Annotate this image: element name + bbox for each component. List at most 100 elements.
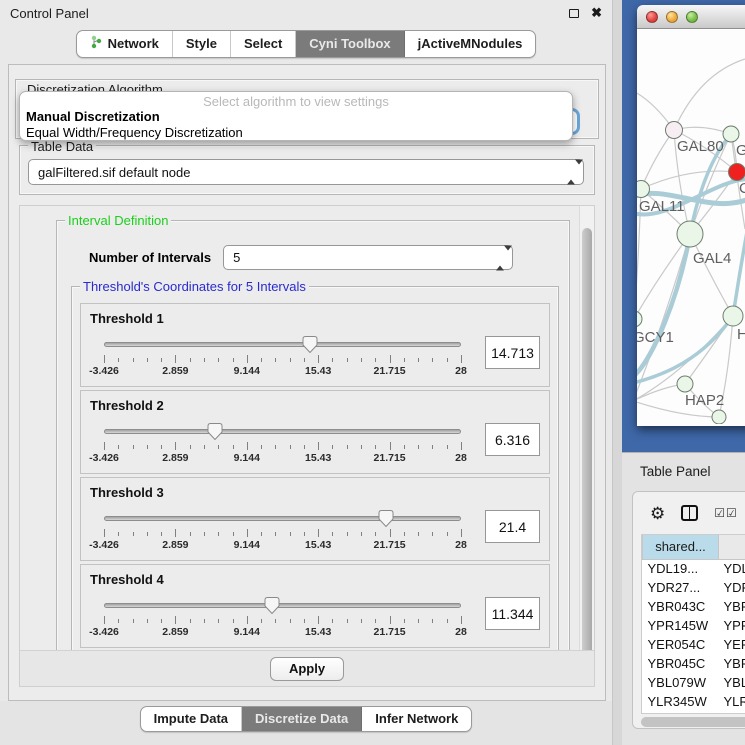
- table-panel-title: Table Panel: [622, 453, 745, 479]
- slider-thumb[interactable]: [207, 423, 222, 445]
- slider-thumb[interactable]: [379, 510, 394, 532]
- slider-ticks: [104, 442, 461, 450]
- tick-label: -3.426: [89, 626, 119, 638]
- threshold-slider[interactable]: -3.4262.8599.14415.4321.71528: [104, 336, 461, 380]
- network-edge[interactable]: [733, 221, 745, 316]
- table-cell: YLR3: [719, 692, 745, 711]
- tick-label: 28: [455, 539, 467, 551]
- network-node-label: GAL80: [677, 138, 724, 155]
- slider-track: [104, 603, 461, 608]
- algorithm-dropdown-popup: Select algorithm to view settings Manual…: [19, 91, 573, 141]
- network-node[interactable]: [637, 311, 642, 327]
- float-window-icon[interactable]: [569, 9, 579, 18]
- table-cell: YDL1: [719, 559, 745, 578]
- threshold-slider[interactable]: -3.4262.8599.14415.4321.71528: [104, 510, 461, 554]
- table-header-row: shared...na: [643, 535, 745, 559]
- network-node[interactable]: [729, 164, 745, 181]
- table-cell: YDL19...: [643, 559, 719, 578]
- network-node[interactable]: [677, 221, 703, 247]
- slider-track: [104, 342, 461, 347]
- panel-splitter[interactable]: [612, 0, 622, 745]
- network-canvas[interactable]: GAL80GACGAL11GAL4GCY1HHAP2: [637, 29, 745, 426]
- tab-infer-network[interactable]: Infer Network: [362, 707, 471, 731]
- interval-definition-label: Interval Definition: [65, 213, 171, 228]
- network-edge[interactable]: [690, 234, 733, 316]
- table-row[interactable]: YBR043CYBR0: [643, 597, 745, 616]
- table-row[interactable]: YER054CYER0: [643, 635, 745, 654]
- close-icon[interactable]: ✖: [591, 8, 602, 18]
- tab-select[interactable]: Select: [231, 31, 296, 57]
- threshold-value-field[interactable]: 6.316: [485, 423, 540, 456]
- slider-thumb[interactable]: [264, 597, 279, 619]
- number-of-intervals-label: Number of Intervals: [89, 250, 211, 265]
- split-columns-icon[interactable]: [681, 505, 698, 521]
- zoom-traffic-light-icon[interactable]: [686, 11, 698, 23]
- close-traffic-light-icon[interactable]: [646, 11, 658, 23]
- network-edge[interactable]: [674, 59, 745, 130]
- network-node[interactable]: [712, 410, 726, 424]
- tab-label: Impute Data: [154, 711, 228, 726]
- network-node[interactable]: [723, 126, 739, 142]
- tab-discretize-data[interactable]: Discretize Data: [242, 707, 362, 731]
- network-node-label: GCY1: [637, 329, 674, 346]
- table-cell: YDR2: [719, 578, 745, 597]
- table-toolbar: ⚙ ☑☑: [633, 492, 745, 534]
- algorithm-option-equal-width[interactable]: Equal Width/Frequency Discretization: [25, 125, 567, 141]
- table-horizontal-scrollbar[interactable]: [641, 717, 745, 727]
- table-row[interactable]: YPR145WYPR1: [643, 616, 745, 635]
- network-window-titlebar[interactable]: [637, 5, 745, 29]
- table-row[interactable]: YBL079WYBL0: [643, 673, 745, 692]
- column-header[interactable]: na: [719, 535, 745, 559]
- threshold-slider[interactable]: -3.4262.8599.14415.4321.71528: [104, 423, 461, 467]
- table-cell: YBR043C: [643, 597, 719, 616]
- threshold-value-field[interactable]: 21.4: [485, 510, 540, 543]
- table-row[interactable]: YDL19...YDL1: [643, 559, 745, 578]
- table-row[interactable]: YBR045CYBR0: [643, 654, 745, 673]
- network-edge[interactable]: [637, 234, 690, 377]
- algorithm-placeholder: Select algorithm to view settings: [25, 94, 567, 109]
- threshold-coordinates-label: Threshold's Coordinates for 5 Intervals: [80, 279, 309, 294]
- apply-button[interactable]: Apply: [270, 657, 344, 681]
- threshold-value-field[interactable]: 14.713: [485, 336, 540, 369]
- node-table[interactable]: shared...naYDL19...YDL1YDR27...YDR2YBR04…: [641, 534, 745, 714]
- tab-jactivemnodules[interactable]: jActiveMNodules: [405, 31, 536, 57]
- table-row[interactable]: YIL052CYIL0: [643, 711, 745, 714]
- column-header[interactable]: shared...: [643, 535, 719, 559]
- gear-icon[interactable]: ⚙: [650, 505, 665, 522]
- tab-network[interactable]: Network: [77, 31, 173, 57]
- slider-thumb[interactable]: [303, 336, 318, 358]
- tab-label: Style: [186, 36, 217, 51]
- algorithm-option-manual[interactable]: Manual Discretization: [25, 109, 567, 125]
- tick-label: -3.426: [89, 365, 119, 377]
- table-data-select[interactable]: galFiltered.sif default node: [28, 159, 584, 185]
- table-cell: YBR0: [719, 654, 745, 673]
- threshold-slider[interactable]: -3.4262.8599.14415.4321.71528: [104, 597, 461, 641]
- minimize-traffic-light-icon[interactable]: [666, 11, 678, 23]
- network-node[interactable]: [723, 306, 743, 326]
- settings-vertical-scrollbar[interactable]: [579, 206, 594, 686]
- tab-cyni-toolbox[interactable]: Cyni Toolbox: [296, 31, 404, 57]
- threshold-panel: Threshold 4-3.4262.8599.14415.4321.71528…: [80, 564, 550, 648]
- slider-tick-labels: -3.4262.8599.14415.4321.71528: [104, 365, 461, 378]
- table-cell: YBL079W: [643, 673, 719, 692]
- table-cell: YPR145W: [643, 616, 719, 635]
- tab-impute-data[interactable]: Impute Data: [141, 707, 242, 731]
- slider-ticks: [104, 355, 461, 363]
- number-of-intervals-select[interactable]: 5: [223, 245, 513, 270]
- tab-style[interactable]: Style: [173, 31, 231, 57]
- threshold-value-field[interactable]: 11.344: [485, 597, 540, 630]
- network-node-label: GA: [736, 142, 745, 159]
- network-node[interactable]: [637, 181, 650, 198]
- network-node[interactable]: [666, 122, 683, 139]
- table-cell: YER054C: [643, 635, 719, 654]
- tick-label: 28: [455, 452, 467, 464]
- table-cell: YBL0: [719, 673, 745, 692]
- network-node[interactable]: [677, 376, 693, 392]
- table-cell: YIL052C: [643, 711, 719, 714]
- select-columns-icon[interactable]: ☑☑: [714, 506, 738, 520]
- table-row[interactable]: YDR27...YDR2: [643, 578, 745, 597]
- control-panel: Control Panel ✖ NetworkStyleSelectCyni T…: [0, 0, 612, 745]
- table-row[interactable]: YLR345WYLR3: [643, 692, 745, 711]
- network-edge[interactable]: [637, 234, 690, 401]
- network-edge[interactable]: [641, 130, 674, 189]
